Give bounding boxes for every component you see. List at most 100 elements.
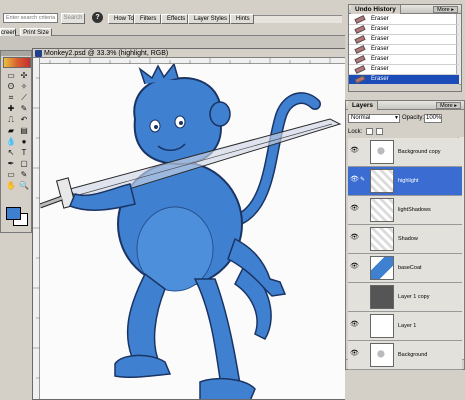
- tools-titlebar[interactable]: [1, 51, 31, 56]
- undo-history-more-button[interactable]: More ▸: [433, 6, 458, 13]
- tab-hints[interactable]: Hints: [230, 14, 254, 24]
- palette-well: [254, 15, 342, 23]
- layer-thumbnail: [370, 169, 394, 193]
- tab-filters[interactable]: Filters: [134, 14, 161, 24]
- eraser-icon: [354, 75, 366, 84]
- blend-mode-value: Normal: [351, 115, 371, 121]
- marquee-icon[interactable]: ▭: [5, 71, 17, 81]
- layer-row[interactable]: 👁 baseCoat: [348, 254, 462, 283]
- undo-history-tab[interactable]: Undo History: [351, 5, 401, 14]
- slice-icon[interactable]: ⟋: [18, 93, 30, 103]
- link-slot[interactable]: [360, 321, 368, 329]
- adobe-logo[interactable]: [3, 57, 31, 68]
- psd-file-icon: [35, 50, 42, 57]
- undo-history-item[interactable]: Eraser: [349, 45, 459, 55]
- opacity-label: Opacity:: [402, 115, 425, 121]
- undo-history-item[interactable]: Eraser: [349, 25, 459, 35]
- opacity-field[interactable]: 100%: [424, 114, 442, 123]
- vertical-ruler[interactable]: [33, 58, 40, 399]
- layer-row[interactable]: 👁 Background: [348, 341, 462, 370]
- tab-effects[interactable]: Effects: [161, 14, 188, 24]
- layer-row[interactable]: 👁 lightShadows: [348, 196, 462, 225]
- undo-history-item-label: Eraser: [371, 46, 389, 52]
- layer-row[interactable]: 👁 Shadow: [348, 225, 462, 254]
- layers-more-button[interactable]: More ▸: [436, 102, 461, 109]
- blend-mode-select[interactable]: Normal ▼: [348, 114, 400, 123]
- hand-icon[interactable]: ✋: [5, 181, 17, 191]
- layer-name: Background copy: [398, 149, 441, 155]
- eye-icon[interactable]: 👁: [350, 176, 359, 184]
- notes-icon[interactable]: ▭: [5, 170, 17, 180]
- foreground-color-swatch[interactable]: [6, 207, 21, 220]
- shape-icon[interactable]: ▢: [18, 159, 30, 169]
- tab-how-to[interactable]: How To: [108, 14, 134, 24]
- layer-name: Background: [398, 352, 428, 358]
- link-slot[interactable]: [360, 205, 368, 213]
- undo-history-item-label: Eraser: [371, 36, 389, 42]
- search-button[interactable]: Search: [61, 13, 85, 24]
- link-slot[interactable]: [360, 350, 368, 358]
- undo-history-item[interactable]: Eraser: [349, 55, 459, 65]
- undo-history-item[interactable]: Eraser: [349, 15, 459, 25]
- eraser-icon[interactable]: ▰: [5, 126, 17, 136]
- layer-row[interactable]: 👁 Layer 1: [348, 312, 462, 341]
- tab-layer-styles[interactable]: Layer Styles: [188, 14, 230, 24]
- layer-thumbnail: [370, 343, 394, 367]
- link-slot[interactable]: [360, 292, 368, 300]
- undo-history-item[interactable]: Eraser: [349, 65, 459, 75]
- layers-titlebar[interactable]: Layers More ▸: [346, 101, 464, 110]
- document-titlebar[interactable]: Monkey2.psd @ 33.3% (highlight, RGB): [33, 49, 349, 58]
- help-icon[interactable]: ?: [92, 12, 103, 23]
- move-icon[interactable]: ✣: [18, 71, 30, 81]
- crop-icon[interactable]: ⌗: [5, 93, 17, 103]
- type-icon[interactable]: T: [18, 148, 30, 158]
- undo-history-item[interactable]: Eraser: [349, 35, 459, 45]
- blur-icon[interactable]: 💧: [5, 137, 17, 147]
- eye-icon[interactable]: 👁: [350, 263, 359, 271]
- history-brush-icon[interactable]: ↶: [18, 115, 30, 125]
- healing-icon[interactable]: ✚: [5, 104, 17, 114]
- tools-palette[interactable]: ▭ ✣ ʘ ✧ ⌗ ⟋ ✚ ✎ ⎍ ↶ ▰ ▤ 💧 ● ↖ T ✒ ▢ ▭ ✎ ✋ 🔍: [0, 50, 32, 233]
- link-slot[interactable]: [360, 234, 368, 242]
- eye-icon[interactable]: 👁: [350, 205, 359, 213]
- undo-history-item-label: Eraser: [371, 76, 389, 82]
- lock-transparency-checkbox[interactable]: [366, 128, 373, 135]
- document-window[interactable]: Monkey2.psd @ 33.3% (highlight, RGB): [32, 48, 350, 400]
- link-slot[interactable]: [360, 263, 368, 271]
- eraser-icon: [354, 55, 366, 64]
- eye-icon[interactable]: 👁: [350, 234, 359, 242]
- zoom-icon[interactable]: 🔍: [18, 181, 30, 191]
- search-input[interactable]: [3, 13, 58, 23]
- layer-row[interactable]: 👁 Background copy: [348, 138, 462, 167]
- eye-icon[interactable]: [350, 292, 358, 300]
- pen-icon[interactable]: ✒: [5, 159, 17, 169]
- eye-icon[interactable]: 👁: [350, 321, 359, 329]
- layer-name: lightShadows: [398, 207, 431, 213]
- layer-row[interactable]: Layer 1 copy: [348, 283, 462, 312]
- image-canvas[interactable]: [39, 62, 349, 399]
- document-title: Monkey2.psd @ 33.3% (highlight, RGB): [44, 50, 169, 57]
- path-select-icon[interactable]: ↖: [5, 148, 17, 158]
- eye-icon[interactable]: 👁: [350, 147, 359, 155]
- layers-tab[interactable]: Layers: [348, 101, 378, 110]
- stamp-icon[interactable]: ⎍: [5, 115, 17, 125]
- eyedropper-icon[interactable]: ✎: [18, 170, 30, 180]
- eye-icon[interactable]: 👁: [350, 350, 359, 358]
- layer-thumbnail: [370, 314, 394, 338]
- gradient-icon[interactable]: ▤: [18, 126, 30, 136]
- brush-icon[interactable]: ✎: [18, 104, 30, 114]
- undo-history-item-label: Eraser: [371, 56, 389, 62]
- undo-history-item[interactable]: Eraser: [349, 75, 459, 85]
- layer-name: highlight: [398, 178, 419, 184]
- magic-wand-icon[interactable]: ✧: [18, 82, 30, 92]
- dodge-icon[interactable]: ●: [18, 137, 30, 147]
- undo-history-panel: Undo History More ▸ Eraser Eraser Eraser Er…: [348, 4, 462, 92]
- layer-name: Layer 1: [398, 323, 417, 329]
- layer-row[interactable]: 👁 ✎ highlight: [348, 167, 462, 196]
- palettes-dock: Undo History More ▸ Eraser Eraser Eraser Er…: [345, 0, 465, 400]
- undo-history-titlebar[interactable]: Undo History More ▸: [349, 5, 461, 14]
- lasso-icon[interactable]: ʘ: [5, 82, 17, 92]
- brush-icon[interactable]: ✎: [360, 176, 368, 184]
- link-slot[interactable]: [360, 147, 368, 155]
- lock-all-checkbox[interactable]: [376, 128, 383, 135]
